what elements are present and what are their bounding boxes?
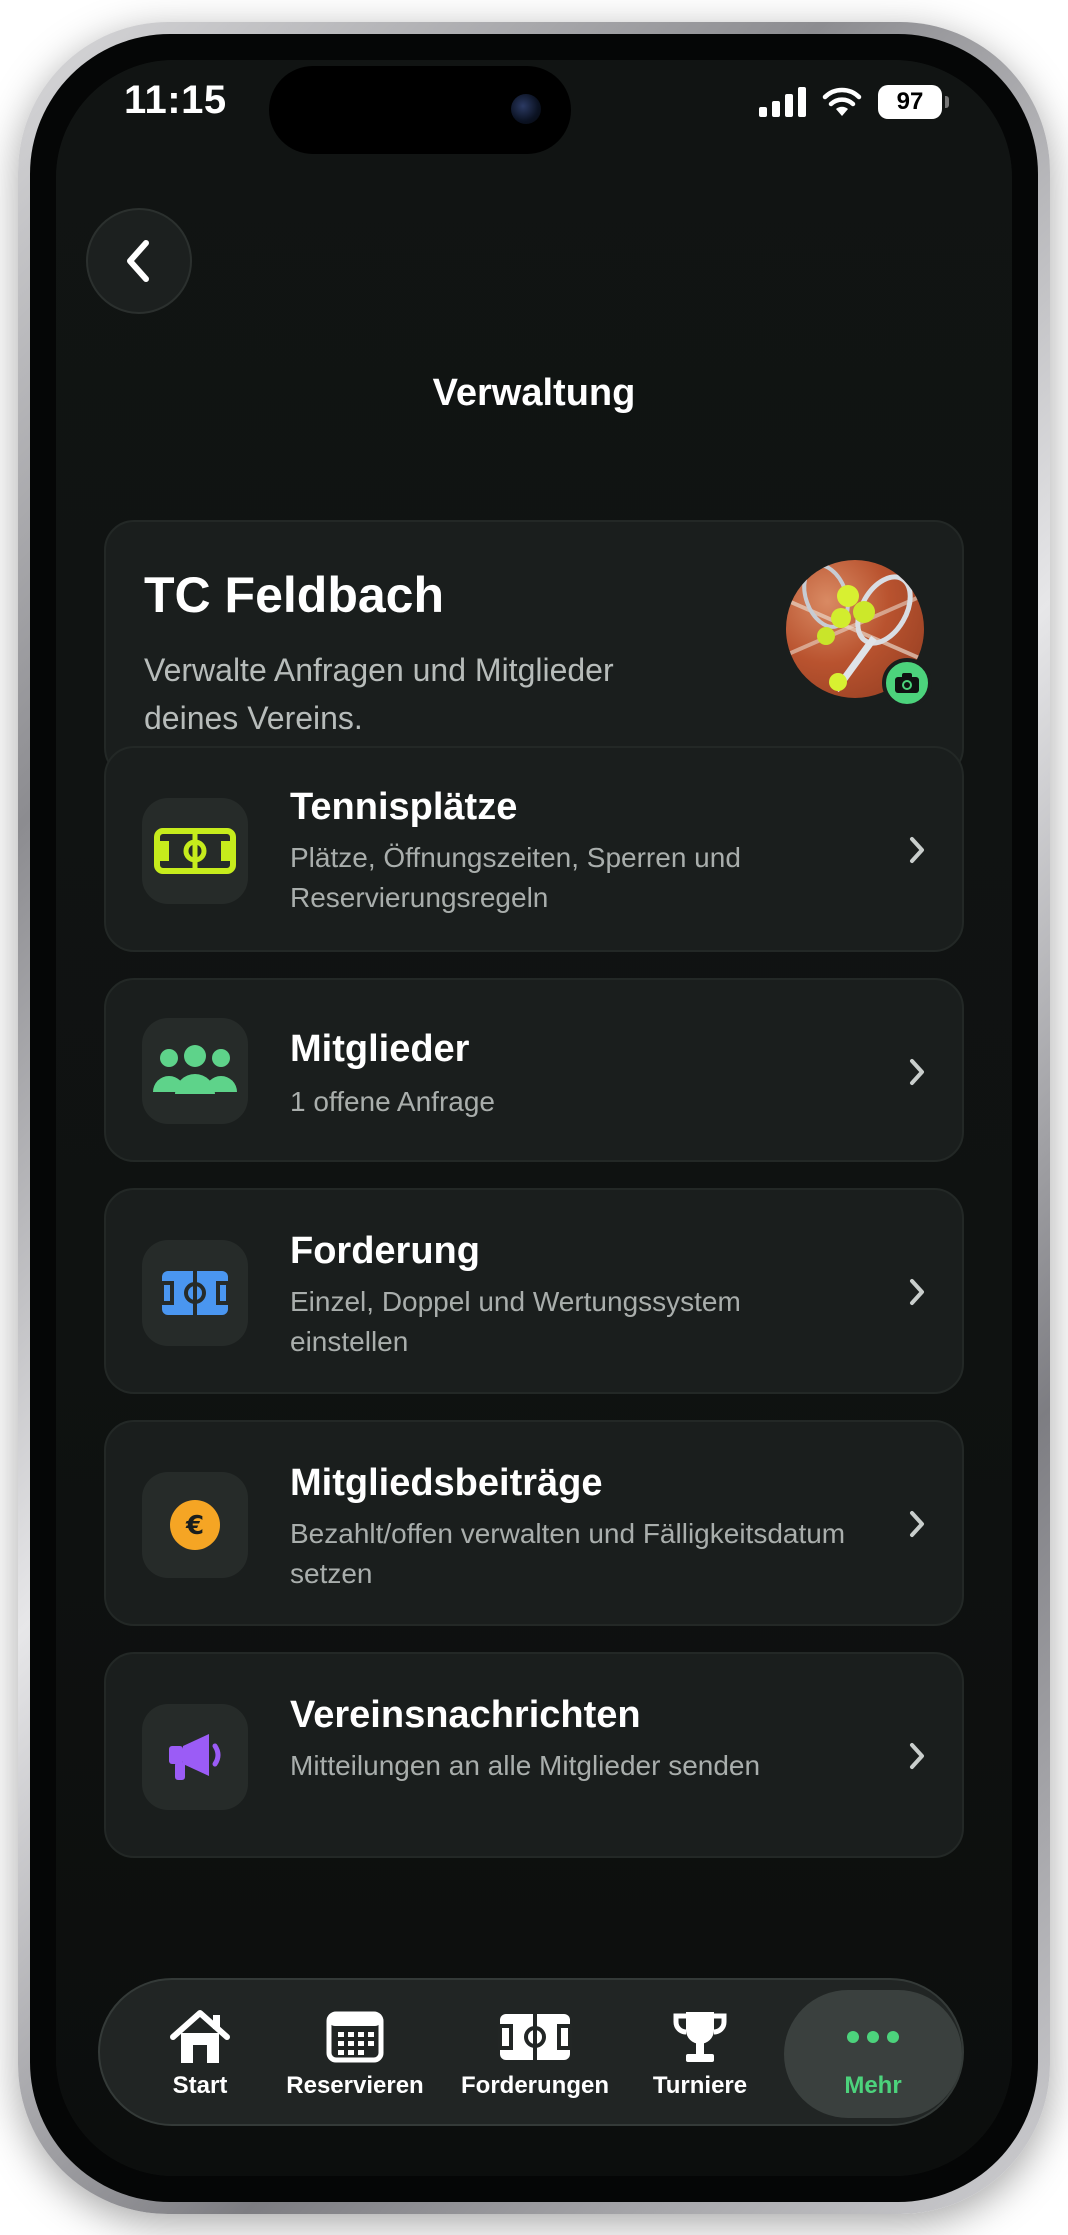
megaphone-icon bbox=[142, 1704, 248, 1810]
club-description: Verwalte Anfragen und Mitglieder deines … bbox=[144, 652, 614, 736]
chevron-right-icon bbox=[902, 1272, 932, 1312]
chevron-right-icon bbox=[902, 1052, 932, 1092]
menu-item-vereinsnachrichten[interactable]: Vereinsnachrichten Mitteilungen an alle … bbox=[104, 1652, 964, 1858]
chevron-left-icon bbox=[127, 240, 149, 282]
status-icons: 97 bbox=[759, 82, 949, 122]
home-icon bbox=[169, 2008, 231, 2066]
front-camera bbox=[511, 94, 541, 124]
tab-start[interactable]: Start bbox=[140, 1980, 260, 2128]
back-button[interactable] bbox=[86, 208, 192, 314]
menu-item-title: Forderung bbox=[290, 1230, 480, 1272]
tab-reservieren[interactable]: Reservieren bbox=[280, 1980, 430, 2128]
signal-icon bbox=[759, 87, 806, 117]
page-title: Verwaltung bbox=[432, 372, 636, 414]
menu-item-subtitle: Mitteilungen an alle Mitglieder senden bbox=[290, 1750, 761, 1781]
tab-forderungen[interactable]: Forderungen bbox=[450, 1980, 620, 2128]
chevron-right-icon bbox=[902, 1736, 932, 1776]
tab-label: Turniere bbox=[652, 2072, 748, 2099]
tab-label: Mehr bbox=[844, 2072, 902, 2099]
svg-text:€: € bbox=[185, 1511, 204, 1541]
club-card: TC Feldbach Verwalte Anfragen und Mitgli… bbox=[104, 520, 964, 778]
tab-label: Start bbox=[172, 2072, 228, 2099]
menu-item-title: Vereinsnachrichten bbox=[290, 1694, 641, 1736]
tab-label: Reservieren bbox=[286, 2072, 424, 2099]
screen: 11:15 97 Verwaltung TC Feldbach Verwalte… bbox=[56, 60, 1012, 2176]
battery-indicator: 97 bbox=[878, 85, 949, 119]
menu-item-subtitle: Plätze, Öffnungszeiten, Sperren und Rese… bbox=[290, 842, 741, 913]
menu-item-subtitle: Einzel, Doppel und Wertungssystem einste… bbox=[290, 1286, 741, 1357]
menu-item-forderung[interactable]: Forderung Einzel, Doppel und Wertungssys… bbox=[104, 1188, 964, 1394]
euro-icon: € bbox=[142, 1472, 248, 1578]
tab-turniere[interactable]: Turniere bbox=[640, 1980, 760, 2128]
menu-item-title: Mitgliedsbeiträge bbox=[290, 1462, 603, 1504]
tab-mehr[interactable]: Mehr bbox=[784, 1980, 962, 2128]
more-icon bbox=[845, 2008, 901, 2066]
court-icon bbox=[142, 798, 248, 904]
menu-item-subtitle: Bezahlt/offen verwalten und Fälligkeitsd… bbox=[290, 1518, 846, 1589]
dynamic-island bbox=[269, 66, 571, 154]
status-time: 11:15 bbox=[124, 78, 227, 122]
chevron-right-icon bbox=[902, 830, 932, 870]
users-icon bbox=[142, 1018, 248, 1124]
court-icon bbox=[497, 2008, 573, 2066]
camera-icon bbox=[895, 673, 919, 693]
chevron-right-icon bbox=[902, 1504, 932, 1544]
wifi-icon bbox=[822, 87, 862, 116]
menu-item-title: Tennisplätze bbox=[290, 786, 518, 828]
menu-item-tennisplaetze[interactable]: Tennisplätze Plätze, Öffnungszeiten, Spe… bbox=[104, 746, 964, 952]
calendar-icon bbox=[326, 2008, 384, 2066]
court-icon bbox=[142, 1240, 248, 1346]
tab-bar: Start Reservieren Forderungen Turniere M… bbox=[98, 1978, 964, 2126]
club-name: TC Feldbach bbox=[144, 567, 445, 623]
tab-label: Forderungen bbox=[461, 2072, 609, 2099]
trophy-icon bbox=[672, 2008, 728, 2066]
menu-item-subtitle: 1 offene Anfrage bbox=[290, 1086, 495, 1117]
menu-item-mitglieder[interactable]: Mitglieder 1 offene Anfrage bbox=[104, 978, 964, 1162]
camera-badge[interactable] bbox=[882, 658, 932, 708]
menu-item-mitgliedsbeitraege[interactable]: € Mitgliedsbeiträge Bezahlt/offen verwal… bbox=[104, 1420, 964, 1626]
menu-item-title: Mitglieder bbox=[290, 1028, 470, 1070]
